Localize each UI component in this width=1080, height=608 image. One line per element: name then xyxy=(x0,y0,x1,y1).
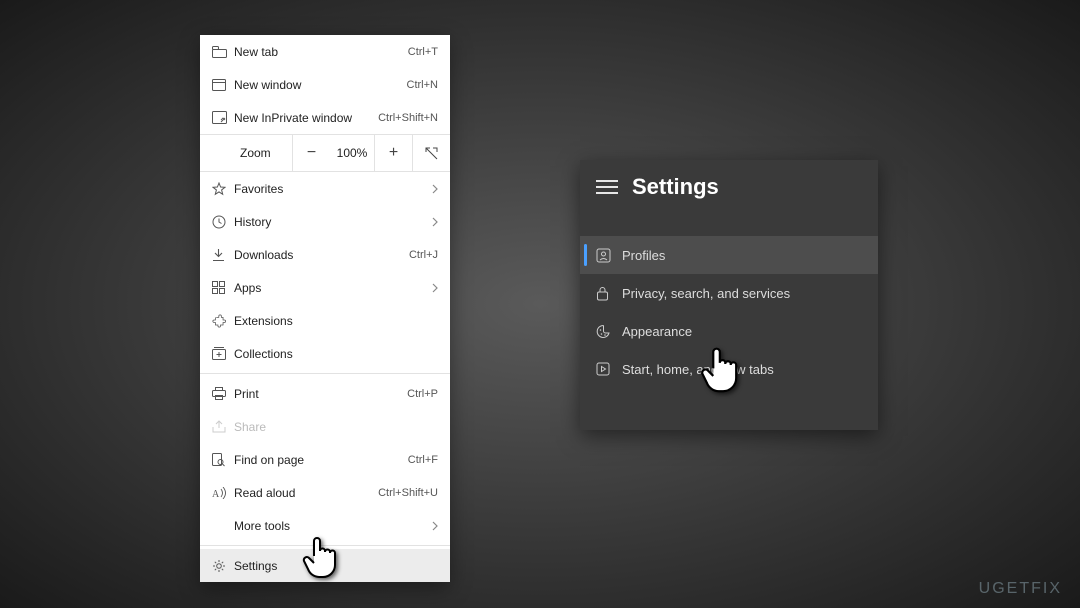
menu-label: Settings xyxy=(234,559,438,573)
settings-header: Settings xyxy=(580,160,878,218)
menu-item-read-aloud[interactable]: A Read aloud Ctrl+Shift+U xyxy=(200,476,450,509)
menu-shortcut: Ctrl+T xyxy=(408,46,438,58)
zoom-label: Zoom xyxy=(200,146,292,160)
edge-context-menu: New tab Ctrl+T New window Ctrl+N New InP… xyxy=(200,35,450,582)
menu-label: Collections xyxy=(234,347,438,361)
menu-item-collections[interactable]: Collections xyxy=(200,337,450,370)
menu-item-history[interactable]: History xyxy=(200,205,450,238)
new-tab-icon xyxy=(212,46,234,58)
hamburger-icon[interactable] xyxy=(596,180,618,194)
window-icon xyxy=(212,79,234,91)
menu-label: Apps xyxy=(234,281,432,295)
menu-item-settings[interactable]: Settings xyxy=(200,549,450,582)
menu-label: History xyxy=(234,215,432,229)
menu-item-extensions[interactable]: Extensions xyxy=(200,304,450,337)
menu-item-favorites[interactable]: Favorites xyxy=(200,172,450,205)
settings-item-label: Start, home, and new tabs xyxy=(622,362,774,377)
menu-shortcut: Ctrl+Shift+N xyxy=(378,112,438,124)
menu-label: New window xyxy=(234,78,407,92)
print-icon xyxy=(212,387,234,400)
gear-icon xyxy=(212,559,234,573)
menu-label: More tools xyxy=(234,519,432,533)
find-icon xyxy=(212,453,234,467)
zoom-in-button[interactable]: + xyxy=(374,135,412,171)
settings-sidebar-panel: Settings Profiles Privacy, search, and s… xyxy=(580,160,878,430)
menu-label: Downloads xyxy=(234,248,409,262)
profile-icon xyxy=(596,248,622,263)
star-icon xyxy=(212,182,234,196)
chevron-right-icon xyxy=(432,283,438,293)
menu-label: Extensions xyxy=(234,314,438,328)
menu-divider xyxy=(200,545,450,546)
menu-item-downloads[interactable]: Downloads Ctrl+J xyxy=(200,238,450,271)
menu-shortcut: Ctrl+N xyxy=(407,79,438,91)
menu-item-print[interactable]: Print Ctrl+P xyxy=(200,377,450,410)
chevron-right-icon xyxy=(432,184,438,194)
menu-label: New tab xyxy=(234,45,408,59)
menu-item-find-on-page[interactable]: Find on page Ctrl+F xyxy=(200,443,450,476)
settings-title: Settings xyxy=(632,174,719,200)
zoom-out-button[interactable]: − xyxy=(292,135,330,171)
menu-label: Share xyxy=(234,420,438,434)
settings-nav-list: Profiles Privacy, search, and services A… xyxy=(580,218,878,388)
menu-label: Read aloud xyxy=(234,486,378,500)
menu-label: Favorites xyxy=(234,182,432,196)
settings-item-label: Appearance xyxy=(622,324,692,339)
collection-icon xyxy=(212,347,234,360)
settings-item-privacy[interactable]: Privacy, search, and services xyxy=(580,274,878,312)
menu-label: New InPrivate window xyxy=(234,111,378,125)
menu-shortcut: Ctrl+F xyxy=(408,454,438,466)
lock-icon xyxy=(596,286,622,301)
read-icon: A xyxy=(212,487,234,499)
menu-shortcut: Ctrl+P xyxy=(407,388,438,400)
menu-item-share: Share xyxy=(200,410,450,443)
appearance-icon xyxy=(596,324,622,339)
watermark: UGETFIX xyxy=(979,580,1062,598)
start-icon xyxy=(596,362,622,376)
extension-icon xyxy=(212,314,234,328)
history-icon xyxy=(212,215,234,229)
chevron-right-icon xyxy=(432,217,438,227)
fullscreen-button[interactable] xyxy=(412,135,450,171)
inprivate-icon xyxy=(212,111,234,124)
settings-item-start[interactable]: Start, home, and new tabs xyxy=(580,350,878,388)
chevron-right-icon xyxy=(432,521,438,531)
settings-item-appearance[interactable]: Appearance xyxy=(580,312,878,350)
menu-item-more-tools[interactable]: More tools xyxy=(200,509,450,542)
settings-item-label: Profiles xyxy=(622,248,665,263)
svg-text:A: A xyxy=(212,489,220,499)
download-icon xyxy=(212,248,234,262)
menu-item-new-tab[interactable]: New tab Ctrl+T xyxy=(200,35,450,68)
settings-item-label: Privacy, search, and services xyxy=(622,286,790,301)
settings-item-profiles[interactable]: Profiles xyxy=(580,236,878,274)
menu-item-new-inprivate[interactable]: New InPrivate window Ctrl+Shift+N xyxy=(200,101,450,134)
menu-shortcut: Ctrl+J xyxy=(409,249,438,261)
menu-item-apps[interactable]: Apps xyxy=(200,271,450,304)
share-icon xyxy=(212,420,234,433)
zoom-value: 100% xyxy=(330,146,374,160)
menu-label: Find on page xyxy=(234,453,408,467)
menu-label: Print xyxy=(234,387,407,401)
zoom-row: Zoom − 100% + xyxy=(200,134,450,172)
menu-shortcut: Ctrl+Shift+U xyxy=(378,487,438,499)
menu-item-new-window[interactable]: New window Ctrl+N xyxy=(200,68,450,101)
apps-icon xyxy=(212,281,234,294)
menu-divider xyxy=(200,373,450,374)
